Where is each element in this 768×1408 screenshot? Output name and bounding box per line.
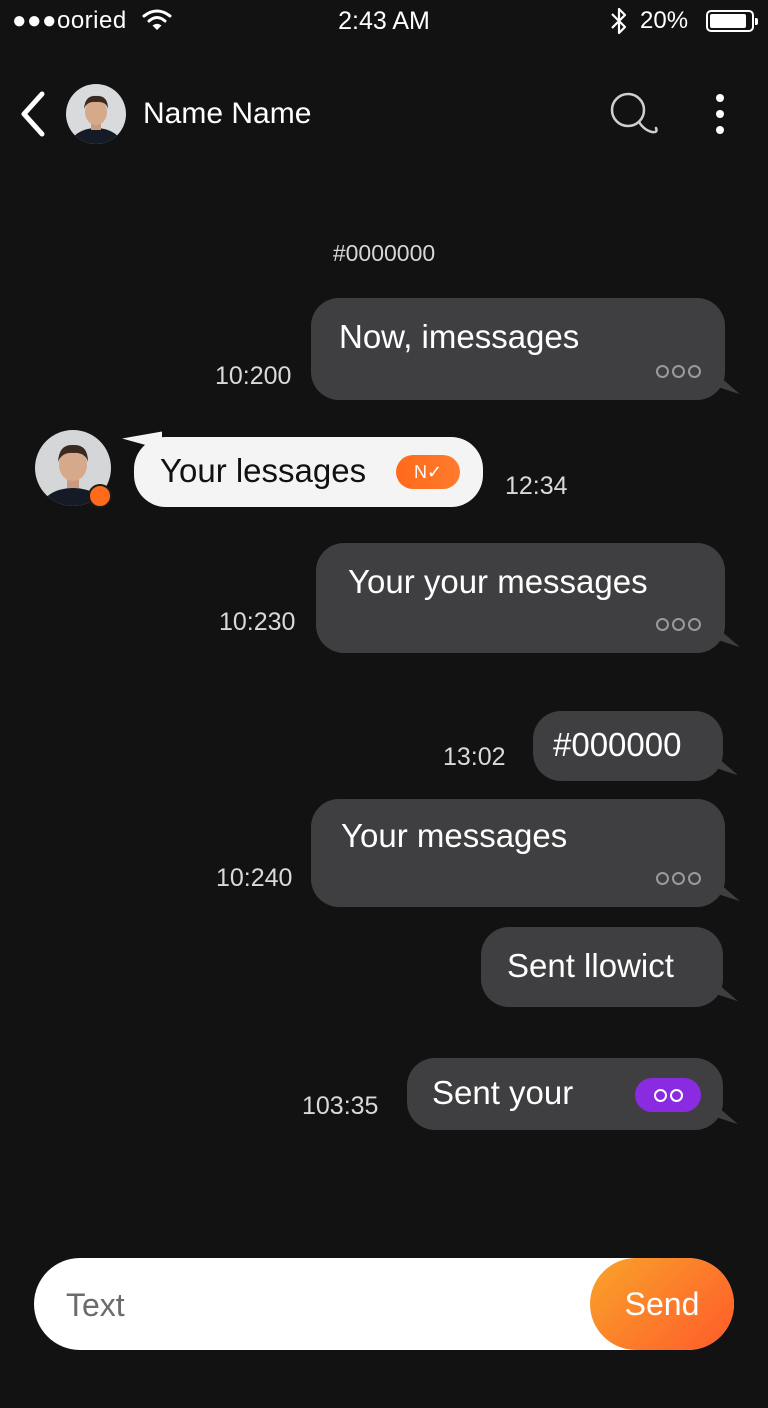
message-text: Sent llowict — [507, 947, 674, 984]
bluetooth-icon — [611, 7, 627, 35]
delivery-status-icon — [656, 365, 701, 378]
avatar-person-icon — [66, 84, 126, 144]
contact-name[interactable]: Name Name — [143, 97, 311, 131]
message-bubble-incoming[interactable]: Your lessages N✓ — [122, 431, 483, 507]
battery-percent: 20% — [640, 7, 689, 34]
search-icon[interactable] — [606, 86, 662, 142]
send-button[interactable]: Send — [590, 1258, 734, 1350]
message-time: 10:240 — [216, 864, 293, 892]
battery-icon — [706, 10, 758, 32]
message-time: 10:200 — [215, 362, 292, 390]
message-time: 10:230 — [219, 608, 296, 636]
contact-avatar[interactable] — [66, 84, 126, 144]
delivery-status-icon — [656, 618, 701, 631]
message-text: Now, imessages — [339, 318, 580, 355]
message-bubble-outgoing[interactable]: Sent your — [407, 1058, 738, 1130]
message-composer: Send — [34, 1258, 734, 1350]
more-vertical-icon[interactable] — [704, 90, 736, 138]
date-separator: #0000000 — [332, 240, 436, 266]
message-time: 13:02 — [443, 743, 506, 771]
message-input[interactable] — [64, 1280, 598, 1330]
status-bar: ●●●oоried 2:43 AM 20% — [0, 0, 768, 44]
message-text: #000000 — [553, 726, 682, 763]
message-text: Your your messages — [348, 563, 648, 600]
message-text: Sent your — [432, 1074, 574, 1111]
message-bubble-outgoing[interactable]: Your your messages — [316, 543, 740, 653]
message-text: Your messages — [341, 817, 568, 854]
online-status-dot — [88, 484, 112, 508]
message-bubble-outgoing[interactable]: Your messages — [311, 799, 740, 907]
message-bubble-outgoing[interactable]: #000000 — [533, 711, 738, 781]
message-time: 103:35 — [302, 1092, 379, 1120]
back-chevron-icon[interactable] — [18, 90, 50, 138]
read-badge: N✓ — [396, 455, 460, 489]
message-bubble-outgoing[interactable]: Now, imessages — [311, 298, 740, 400]
delivery-status-icon — [656, 872, 701, 885]
message-text: Your lessages — [160, 452, 367, 489]
message-bubble-outgoing[interactable]: Sent llowict — [481, 927, 738, 1007]
reaction-badge — [635, 1078, 701, 1112]
message-time: 12:34 — [505, 472, 568, 500]
